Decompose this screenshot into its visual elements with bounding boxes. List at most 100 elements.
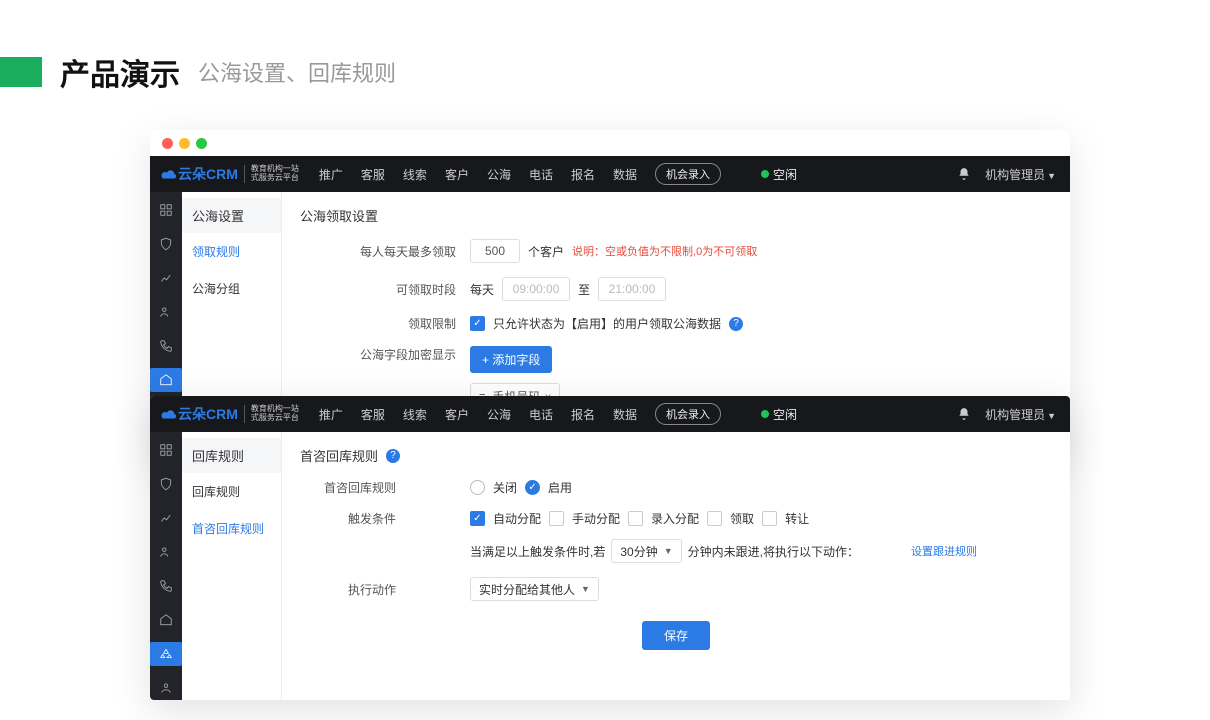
logo-subtext-2: 教育机构一站式服务云平台: [244, 405, 299, 423]
slide-title-main: 产品演示: [60, 50, 180, 94]
radio-on[interactable]: [525, 480, 540, 495]
window-return-rules: 云朵CRM 教育机构一站式服务云平台 推广 客服 线索 客户 公海 电话 报名 …: [150, 396, 1070, 700]
nav-phone[interactable]: 电话: [529, 166, 553, 183]
cb-manual-assign[interactable]: [549, 511, 564, 526]
sidepanel-item-pool-groups[interactable]: 公海分组: [182, 270, 281, 307]
cb-input-assign[interactable]: [628, 511, 643, 526]
sidepanel-title-1: 公海设置: [182, 198, 281, 233]
content-1: 公海领取设置 每人每天最多领取 500 个客户 说明：空或负值为不限制,0为不可…: [282, 192, 1070, 402]
nav2-data[interactable]: 数据: [613, 406, 637, 423]
checkbox-enabled-only[interactable]: ✓: [470, 316, 485, 331]
radio-off[interactable]: [470, 480, 485, 495]
label-restrict: 领取限制: [300, 315, 470, 332]
status-label-2: 空闲: [773, 406, 797, 423]
input-time-from[interactable]: 09:00:00: [502, 277, 570, 301]
nav2-pool[interactable]: 公海: [487, 406, 511, 423]
bell-icon-2[interactable]: [957, 407, 971, 421]
label-enable-rule: 首咨回库规则: [300, 479, 410, 496]
rail-analytics-icon[interactable]: [150, 266, 182, 290]
logo-subtext: 教育机构一站式服务云平台: [244, 165, 299, 183]
nav-signup[interactable]: 报名: [571, 166, 595, 183]
nav-clients[interactable]: 客户: [445, 166, 469, 183]
label-encrypt: 公海字段加密显示: [300, 346, 470, 363]
row-enable-rule: 首咨回库规则 关闭 启用: [300, 479, 1052, 496]
mac-minimize-icon[interactable]: [179, 138, 190, 149]
input-daily-limit[interactable]: 500: [470, 239, 520, 263]
app-body-2: 回库规则 回库规则 首咨回库规则 首咨回库规则 ? 首咨回库规则 关闭 启用: [150, 432, 1070, 700]
sidepanel-item-claim-rules[interactable]: 领取规则: [182, 233, 281, 270]
bell-icon[interactable]: [957, 167, 971, 181]
rail2-pool-icon[interactable]: [150, 608, 182, 632]
rail-users-icon[interactable]: [150, 300, 182, 324]
rail2-shield-icon[interactable]: [150, 472, 182, 496]
label-trigger: 触发条件: [300, 510, 410, 527]
nav-leads[interactable]: 线索: [403, 166, 427, 183]
nav-data[interactable]: 数据: [613, 166, 637, 183]
rail-dashboard-icon[interactable]: [150, 198, 182, 222]
user-menu[interactable]: 机构管理员▼: [985, 166, 1056, 183]
nav2-promote[interactable]: 推广: [319, 406, 343, 423]
input-time-to[interactable]: 21:00:00: [598, 277, 666, 301]
rail2-dashboard-icon[interactable]: [150, 438, 182, 462]
radio-off-label: 关闭: [493, 479, 517, 496]
rail2-recycle-icon[interactable]: [150, 642, 182, 666]
help-icon[interactable]: ?: [729, 317, 743, 331]
cb-transfer[interactable]: [762, 511, 777, 526]
slide-title-sub: 公海设置、回库规则: [198, 56, 396, 88]
topbar-right: 机构管理员▼: [957, 166, 1070, 183]
label-daily-limit: 每人每天最多领取: [300, 243, 470, 260]
status-dot-icon-2: [761, 410, 769, 418]
mac-close-icon[interactable]: [162, 138, 173, 149]
cb-auto-assign[interactable]: ✓: [470, 511, 485, 526]
nav2-signup[interactable]: 报名: [571, 406, 595, 423]
section-title-2: 首咨回库规则 ?: [300, 446, 1052, 465]
accent-block: [0, 57, 42, 87]
nav2-clients[interactable]: 客户: [445, 406, 469, 423]
rail-shield-icon[interactable]: [150, 232, 182, 256]
cloud-logo-icon-2: 云朵CRM: [160, 404, 238, 424]
nav-service[interactable]: 客服: [361, 166, 385, 183]
rail2-analytics-icon[interactable]: [150, 506, 182, 530]
topbar: 云朵CRM 教育机构一站式服务云平台 推广 客服 线索 客户 公海 电话 报名 …: [150, 156, 1070, 192]
row-restrict: 领取限制 ✓ 只允许状态为【启用】的用户领取公海数据 ?: [300, 315, 1052, 332]
mac-zoom-icon[interactable]: [196, 138, 207, 149]
status-indicator-2[interactable]: 空闲: [761, 406, 797, 423]
help-icon-2[interactable]: ?: [386, 449, 400, 463]
link-set-followup[interactable]: 设置跟进规则: [911, 543, 977, 559]
vertical-rail-2: [150, 432, 182, 700]
user-menu-2[interactable]: 机构管理员▼: [985, 406, 1056, 423]
topnav: 推广 客服 线索 客户 公海 电话 报名 数据 机会录入: [319, 163, 721, 185]
sidepanel-item-first-consult[interactable]: 首咨回库规则: [182, 510, 281, 547]
logo: 云朵CRM 教育机构一站式服务云平台: [150, 164, 309, 184]
topnav-2: 推广 客服 线索 客户 公海 电话 报名 数据 机会录入: [319, 403, 721, 425]
rail2-users-icon[interactable]: [150, 540, 182, 564]
rail2-people-icon[interactable]: [150, 676, 182, 700]
slide-header: 产品演示 公海设置、回库规则: [0, 50, 396, 94]
nav2-phone[interactable]: 电话: [529, 406, 553, 423]
nav-pool[interactable]: 公海: [487, 166, 511, 183]
nav-promote[interactable]: 推广: [319, 166, 343, 183]
unit-customers: 个客户: [528, 243, 564, 260]
row-time-window: 可领取时段 每天 09:00:00 至 21:00:00: [300, 277, 1052, 301]
mac-titlebar: [150, 130, 1070, 156]
rail2-call-icon[interactable]: [150, 574, 182, 598]
cb-claim[interactable]: [707, 511, 722, 526]
nav2-service[interactable]: 客服: [361, 406, 385, 423]
status-dot-icon: [761, 170, 769, 178]
row-daily-limit: 每人每天最多领取 500 个客户 说明：空或负值为不限制,0为不可领取: [300, 239, 1052, 263]
label-time-window: 可领取时段: [300, 281, 470, 298]
nav-opportunity-button[interactable]: 机会录入: [655, 163, 721, 185]
select-minutes[interactable]: 30分钟▼: [611, 539, 681, 563]
rail-pool-icon[interactable]: [150, 368, 182, 392]
content-2: 首咨回库规则 ? 首咨回库规则 关闭 启用 触发条件: [282, 432, 1070, 700]
select-action[interactable]: 实时分配给其他人▼: [470, 577, 599, 601]
sidepanel-item-return-rules[interactable]: 回库规则: [182, 473, 281, 510]
nav2-opportunity-button[interactable]: 机会录入: [655, 403, 721, 425]
nav2-leads[interactable]: 线索: [403, 406, 427, 423]
status-label: 空闲: [773, 166, 797, 183]
rail-call-icon[interactable]: [150, 334, 182, 358]
add-field-button[interactable]: + 添加字段: [470, 346, 552, 373]
status-indicator[interactable]: 空闲: [761, 166, 797, 183]
save-button[interactable]: 保存: [642, 621, 710, 650]
exec-mid: 分钟内未跟进,将执行以下动作：: [688, 543, 859, 560]
